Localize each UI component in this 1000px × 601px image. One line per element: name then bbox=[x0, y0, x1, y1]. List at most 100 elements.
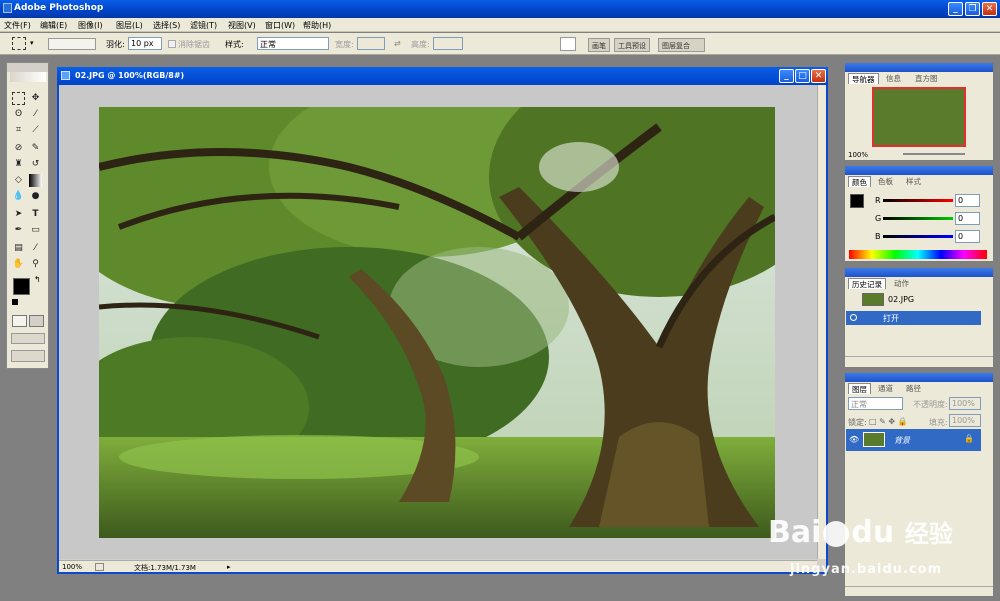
lock-icons[interactable]: □ ✎ ✥ 🔒 bbox=[869, 417, 908, 426]
channel-r-input[interactable]: 0 bbox=[955, 194, 980, 207]
jump-to-imageready-icon[interactable] bbox=[11, 350, 45, 362]
tab-channels[interactable]: 通道 bbox=[875, 383, 896, 394]
channel-b-input[interactable]: 0 bbox=[955, 230, 980, 243]
marquee-tool-icon[interactable] bbox=[12, 92, 25, 105]
close-button[interactable]: ✕ bbox=[982, 2, 997, 16]
layer-name: 背景 bbox=[894, 436, 910, 445]
channel-r-label: R bbox=[875, 196, 881, 205]
move-tool-icon[interactable]: ✥ bbox=[29, 92, 42, 105]
height-input[interactable] bbox=[433, 37, 463, 50]
doc-maximize-button[interactable]: □ bbox=[795, 69, 810, 83]
hand-tool-icon[interactable]: ✋ bbox=[12, 258, 25, 271]
menu-view[interactable]: 视图(V) bbox=[228, 20, 256, 31]
type-tool-icon[interactable]: T bbox=[29, 208, 42, 221]
tab-history[interactable]: 历史记录 bbox=[848, 278, 886, 289]
eraser-tool-icon[interactable]: ◇ bbox=[12, 174, 25, 187]
doc-minimize-button[interactable]: _ bbox=[779, 69, 794, 83]
brush-tool-icon[interactable]: ✎ bbox=[29, 142, 42, 155]
doc-close-button[interactable]: ✕ bbox=[811, 69, 826, 83]
channel-r-slider[interactable] bbox=[883, 199, 953, 202]
navigator-zoom-slider[interactable] bbox=[903, 153, 965, 155]
menu-window[interactable]: 窗口(W) bbox=[265, 20, 295, 31]
eye-icon[interactable]: 👁 bbox=[849, 435, 859, 444]
tab-navigator[interactable]: 导航器 bbox=[848, 73, 879, 84]
channel-g-input[interactable]: 0 bbox=[955, 212, 980, 225]
chevron-down-icon[interactable]: ▾ bbox=[30, 39, 34, 47]
tab-paths[interactable]: 路径 bbox=[903, 383, 924, 394]
menu-edit[interactable]: 编辑(E) bbox=[40, 20, 67, 31]
marquee-preset-icon[interactable] bbox=[12, 37, 26, 50]
screen-mode-icons[interactable] bbox=[11, 333, 45, 344]
file-browser-icon[interactable] bbox=[560, 37, 576, 51]
shape-tool-icon[interactable]: ▭ bbox=[29, 224, 42, 237]
status-arrow-icon[interactable]: ▸ bbox=[227, 563, 231, 571]
document-status-bar: 100% 文档:1.73M/1.73M ▸ bbox=[59, 560, 817, 572]
channel-b-slider[interactable] bbox=[883, 235, 953, 238]
foreground-color-swatch[interactable] bbox=[13, 278, 30, 295]
minimize-button[interactable]: _ bbox=[948, 2, 963, 16]
tab-actions[interactable]: 动作 bbox=[891, 278, 912, 289]
navigator-palette: 导航器 信息 直方图 100% bbox=[844, 62, 994, 161]
well-tab-layer-comps[interactable]: 图层复合 bbox=[658, 38, 705, 52]
history-snapshot-label[interactable]: 02.JPG bbox=[888, 295, 914, 304]
menu-image[interactable]: 图像(I) bbox=[78, 20, 103, 31]
history-footer-buttons[interactable] bbox=[845, 356, 993, 367]
blur-tool-icon[interactable]: 💧 bbox=[12, 190, 25, 203]
feather-logo-icon bbox=[10, 72, 46, 82]
crop-tool-icon[interactable]: ⌗ bbox=[12, 124, 25, 137]
healing-brush-tool-icon[interactable]: ⊘ bbox=[12, 142, 25, 155]
vertical-scrollbar[interactable] bbox=[817, 85, 826, 559]
color-spectrum-bar[interactable] bbox=[849, 250, 987, 259]
tab-histogram[interactable]: 直方图 bbox=[912, 73, 941, 84]
zoom-level[interactable]: 100% bbox=[62, 563, 82, 571]
color-foreground-swatch[interactable] bbox=[850, 194, 864, 208]
blend-mode-select[interactable]: 正常 bbox=[848, 397, 903, 410]
standard-mode-icon[interactable] bbox=[12, 315, 27, 327]
notes-tool-icon[interactable]: ▤ bbox=[12, 242, 25, 255]
clone-stamp-tool-icon[interactable]: ♜ bbox=[12, 158, 25, 171]
gradient-tool-icon[interactable] bbox=[29, 174, 42, 187]
menu-select[interactable]: 选择(S) bbox=[153, 20, 180, 31]
width-input[interactable] bbox=[357, 37, 385, 50]
menu-help[interactable]: 帮助(H) bbox=[303, 20, 331, 31]
tab-swatches[interactable]: 色板 bbox=[875, 176, 896, 187]
eyedropper-tool-icon[interactable]: ⁄ bbox=[29, 242, 42, 255]
default-colors-icon[interactable] bbox=[12, 299, 18, 305]
style-select[interactable]: 正常 bbox=[257, 37, 329, 50]
pen-tool-icon[interactable]: ✒ bbox=[12, 224, 25, 237]
magic-wand-tool-icon[interactable]: ⁄ bbox=[29, 108, 42, 121]
history-item-open[interactable]: 打开 bbox=[846, 311, 981, 325]
fill-input[interactable]: 100% bbox=[949, 414, 981, 427]
swap-colors-icon[interactable]: ↰ bbox=[34, 275, 41, 284]
quick-mask-icon[interactable] bbox=[29, 315, 44, 327]
width-label: 宽度: bbox=[335, 40, 354, 49]
navigator-thumbnail[interactable] bbox=[872, 87, 966, 147]
dodge-tool-icon[interactable]: ● bbox=[29, 190, 42, 203]
menu-layer[interactable]: 图层(L) bbox=[116, 20, 143, 31]
zoom-tool-icon[interactable]: ⚲ bbox=[29, 258, 42, 271]
swap-icon[interactable]: ⇄ bbox=[394, 39, 401, 48]
menu-file[interactable]: 文件(F) bbox=[4, 20, 31, 31]
channel-g-slider[interactable] bbox=[883, 217, 953, 220]
history-brush-tool-icon[interactable]: ↺ bbox=[29, 158, 42, 171]
feather-input[interactable]: 10 px bbox=[128, 37, 162, 50]
tab-info[interactable]: 信息 bbox=[883, 73, 904, 84]
lasso-tool-icon[interactable]: ʘ bbox=[12, 108, 25, 121]
status-menu-icon[interactable] bbox=[95, 563, 104, 571]
restore-button[interactable]: ❐ bbox=[965, 2, 980, 16]
antialias-checkbox[interactable] bbox=[168, 40, 176, 48]
well-tab-tool-presets[interactable]: 工具预设 bbox=[614, 38, 650, 52]
selection-mode-group[interactable] bbox=[48, 38, 96, 50]
layers-footer-buttons[interactable] bbox=[845, 586, 993, 597]
slice-tool-icon[interactable]: ⟋ bbox=[29, 124, 42, 137]
menu-filter[interactable]: 滤镜(T) bbox=[190, 20, 217, 31]
well-tab-brushes[interactable]: 画笔 bbox=[588, 38, 610, 52]
tab-styles[interactable]: 样式 bbox=[903, 176, 924, 187]
opacity-input[interactable]: 100% bbox=[949, 397, 981, 410]
tab-layers[interactable]: 图层 bbox=[848, 383, 871, 394]
tab-color[interactable]: 颜色 bbox=[848, 176, 871, 187]
image-canvas[interactable] bbox=[99, 107, 775, 538]
navigator-zoom[interactable]: 100% bbox=[848, 151, 868, 159]
path-selection-tool-icon[interactable]: ➤ bbox=[12, 208, 25, 221]
layer-row-background[interactable]: 👁 背景 🔒 bbox=[846, 429, 981, 451]
